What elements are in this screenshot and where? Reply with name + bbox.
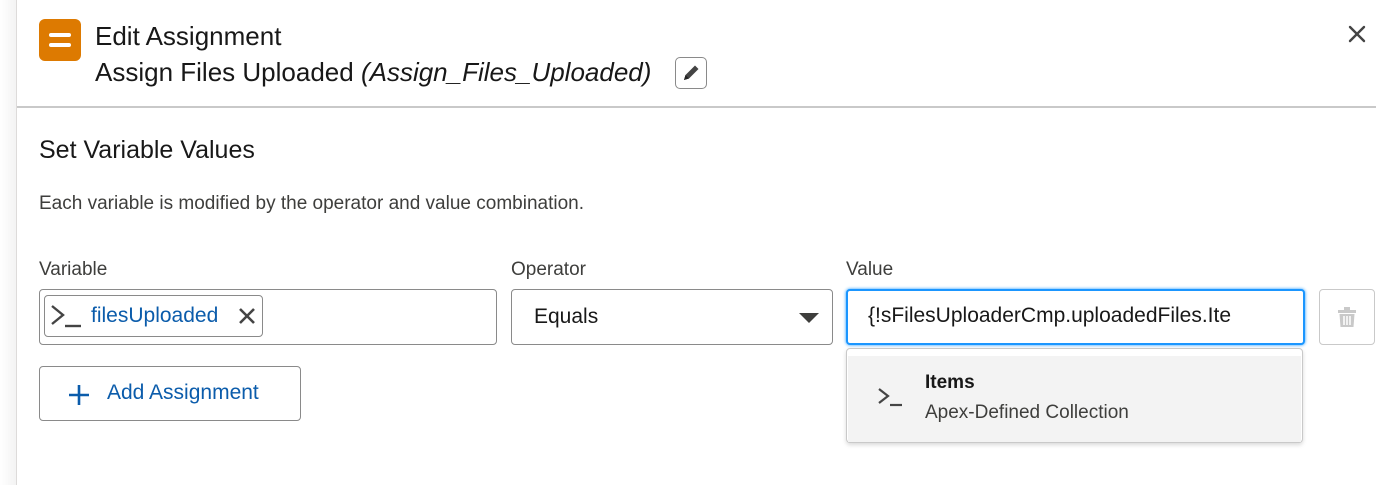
element-label: Assign Files Uploaded (Assign_Files_Uplo… (95, 57, 651, 88)
assignment-icon (39, 19, 81, 61)
modal-header: Edit Assignment Assign Files Uploaded (A… (17, 0, 1376, 108)
operator-select[interactable]: Equals (511, 289, 833, 345)
variable-column-label: Variable (39, 259, 108, 280)
remove-pill-icon[interactable] (237, 306, 257, 326)
add-assignment-label: Add Assignment (107, 381, 259, 404)
element-label-text: Assign Files Uploaded (95, 57, 354, 87)
trash-icon (1338, 307, 1356, 327)
delete-row-button[interactable] (1319, 289, 1375, 345)
chevron-down-icon (799, 313, 819, 323)
close-icon (1348, 25, 1366, 43)
variable-lookup[interactable]: filesUploaded (39, 289, 497, 345)
edit-assignment-modal: Edit Assignment Assign Files Uploaded (A… (16, 0, 1376, 485)
variable-pill[interactable]: filesUploaded (44, 295, 263, 337)
value-combobox[interactable] (846, 289, 1305, 345)
edit-label-button[interactable] (675, 57, 707, 89)
element-api-name: (Assign_Files_Uploaded) (360, 57, 652, 87)
close-button[interactable] (1343, 20, 1371, 48)
dropdown-option-items[interactable]: Items Apex-Defined Collection (848, 356, 1301, 442)
option-title: Items (925, 372, 975, 393)
pencil-icon (684, 65, 699, 80)
value-input[interactable] (868, 304, 1288, 328)
section-help-text: Each variable is modified by the operato… (39, 193, 584, 214)
operator-column-label: Operator (511, 259, 586, 280)
value-suggestions-dropdown: Items Apex-Defined Collection (846, 348, 1303, 443)
operator-selected-value: Equals (534, 305, 599, 328)
variable-icon (878, 388, 902, 407)
backdrop-edge (0, 0, 16, 485)
variable-icon (51, 305, 81, 328)
add-icon (69, 385, 89, 405)
option-type: Apex-Defined Collection (925, 402, 1129, 423)
value-column-label: Value (846, 259, 894, 280)
modal-title: Edit Assignment (95, 21, 282, 51)
section-title: Set Variable Values (39, 136, 255, 164)
add-assignment-button[interactable]: Add Assignment (39, 366, 301, 421)
variable-pill-label: filesUploaded (91, 304, 219, 327)
